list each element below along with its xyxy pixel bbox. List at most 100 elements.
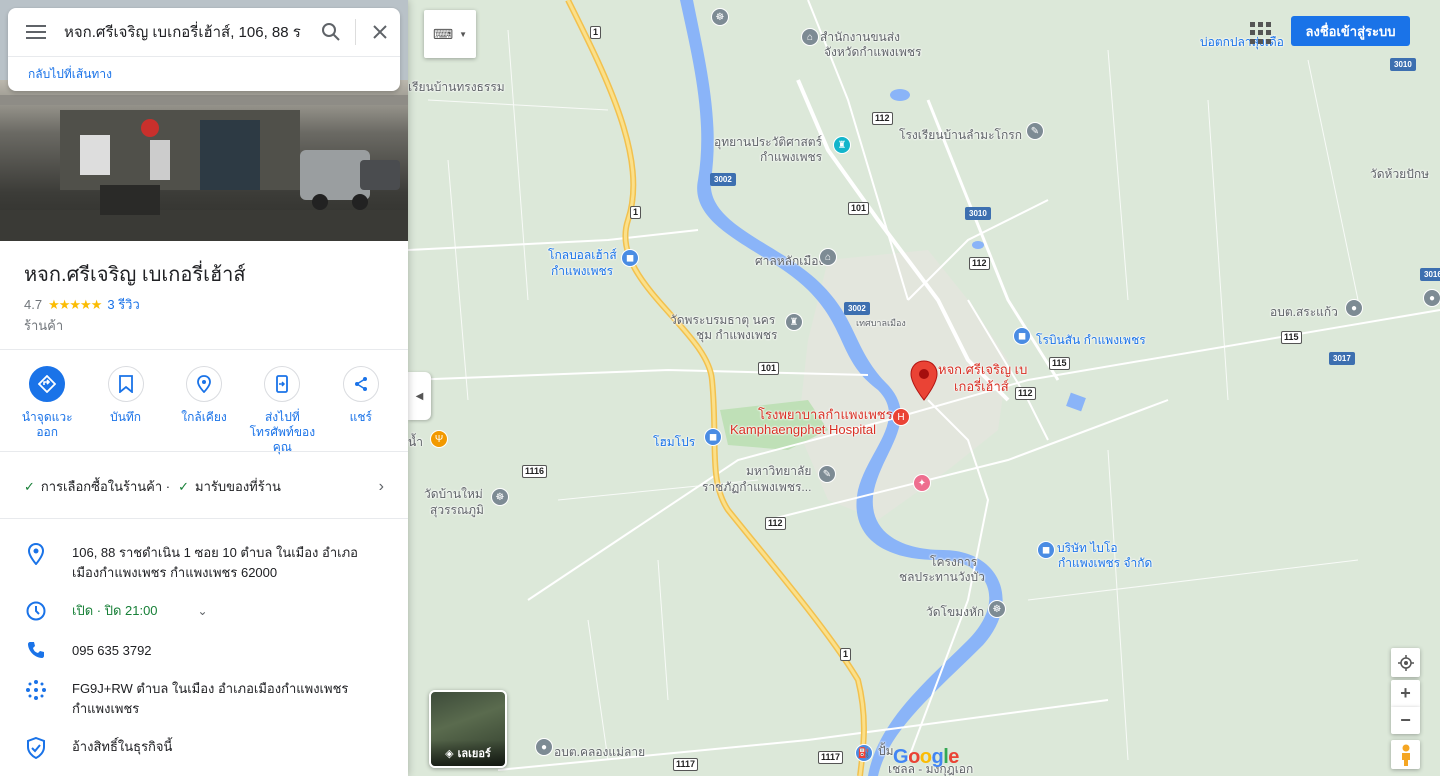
menu-button[interactable] [8,8,64,56]
pegman-button[interactable] [1391,740,1420,769]
divider [0,349,408,350]
map-label[interactable]: Kamphaengphet Hospital [730,422,876,437]
map-label[interactable]: โฮมโปร [653,435,695,449]
google-apps-icon[interactable] [1250,22,1272,44]
map-label[interactable]: กำแพงเพชร [760,150,822,164]
map-label[interactable]: ปั้ม [878,744,894,758]
gas-station-pin-icon[interactable]: ⛽ [855,744,873,762]
map-label[interactable]: วัดบ้านใหม่ [424,487,483,501]
temple-pin-icon[interactable]: ☸ [988,600,1006,618]
search-box: หจก.ศรีเจริญ เบเกอรี่เฮ้าส์, 106, 88 ร ก… [8,8,400,91]
zoom-out-button[interactable]: − [1391,707,1420,734]
map-label[interactable]: กำแพงเพชร จำกัด [1058,556,1152,570]
school-pin-icon[interactable]: ✎ [1026,122,1044,140]
location-pin-icon[interactable]: ● [1423,289,1440,307]
action-label: แชร์ [349,410,372,424]
map-label[interactable]: ชุม กำแพงเพชร [696,328,778,342]
landmark-pin-icon[interactable]: ⌂ [819,248,837,266]
back-to-directions-link[interactable]: กลับไปที่เส้นทาง [8,56,400,91]
location-pin-icon[interactable]: ● [535,738,553,756]
government-pin-icon[interactable]: ⌂ [801,28,819,46]
map-label[interactable]: เทศบาลเมือง [856,316,906,330]
nearby-button[interactable]: ใกล้เคียง [168,366,240,455]
temple-pin-icon[interactable]: ☸ [711,8,729,26]
road-shield: 101 [848,202,870,215]
chevron-down-icon: ▼ [459,29,468,39]
map-label[interactable]: บริษัท ไบโอ [1057,541,1118,555]
map-label[interactable]: วัดพระบรมธาตุ นคร [670,313,775,327]
map-label[interactable]: โรบินสัน กำแพงเพชร [1036,333,1146,347]
map-label[interactable]: โครงการ [930,555,977,569]
map-label[interactable]: โรงพยาบาลกำแพงเพชร [758,407,893,422]
layers-button[interactable]: ◈ เลเยอร์ [429,690,507,768]
share-button[interactable]: แชร์ [325,366,397,455]
my-location-button[interactable] [1391,648,1420,677]
location-pin-icon[interactable]: ● [1345,299,1363,317]
road-shield: 112 [765,517,786,530]
plus-code-row[interactable]: FG9J+RW ตำบล ในเมือง อำเภอเมืองกำแพงเพชร… [0,679,408,719]
map-label[interactable]: อบต.สระแก้ว [1270,305,1338,319]
shopping-pin-icon[interactable]: ◼ [1013,327,1031,345]
send-to-phone-button[interactable]: ส่งไปที่โทรศัพท์ของคุณ [246,366,318,455]
shopping-pin-icon[interactable]: ◼ [1037,541,1055,559]
historical-park-pin-icon[interactable]: ♜ [833,136,851,154]
map-label[interactable]: วัดโขมงหัก [926,605,984,619]
service-options-row[interactable]: ✓ การเลือกซื้อในร้านค้า · ✓ มารับของที่ร… [24,476,384,497]
map-label[interactable]: ศาลหลักเมือง [755,254,824,268]
app: สำนักงานขนส่ง จังหวัดกำแพงเพชร บ่อตกปลาส… [0,0,1440,776]
sign-in-button[interactable]: ลงชื่อเข้าสู่ระบบ [1291,16,1410,46]
shopping-pin-icon[interactable]: ◼ [621,249,639,267]
send-to-phone-icon [264,366,301,402]
road-shield: 1 [630,206,642,219]
map-label[interactable]: ชลประทานวังบัว [899,570,985,584]
collapse-panel-button[interactable]: ◀ [408,372,431,420]
map-label[interactable]: โกลบอลเฮ้าส์ [548,248,617,262]
map-label[interactable]: เรียนบ้านทรงธรรม [408,80,505,94]
clear-search-button[interactable] [360,8,400,56]
map-label[interactable]: มหาวิทยาลัย [746,464,811,478]
keyboard-icon: ⌨ [432,25,454,42]
plus-code-icon [0,679,72,701]
map-label[interactable]: วัดห้วยปักษ [1370,167,1429,181]
my-location-icon [1397,654,1414,671]
map-label[interactable]: น้ำ [408,435,423,449]
activity-pin-icon[interactable]: ✦ [913,474,931,492]
restaurant-pin-icon[interactable]: Ψ [430,430,448,448]
map-label[interactable]: โรงเรียนบ้านลำมะโกรก [899,128,1022,142]
search-button[interactable] [311,8,351,56]
remove-stop-button[interactable]: นำจุดแวะออก [11,366,83,455]
map-label[interactable]: ราชภัฏกำแพงเพชร... [702,480,811,494]
plus-code-text: FG9J+RW ตำบล ในเมือง อำเภอเมืองกำแพงเพชร… [72,681,349,716]
map-label[interactable]: สำนักงานขนส่ง [820,30,900,44]
hospital-pin-icon[interactable]: H [892,408,910,426]
place-map-label[interactable]: หจก.ศรีเจริญ เบ [938,362,1027,377]
map-label[interactable]: กำแพงเพชร [551,264,613,278]
map-label[interactable]: จังหวัดกำแพงเพชร [824,45,921,59]
place-category[interactable]: ร้านค้า [24,315,63,336]
reviews-link[interactable]: 3 รีวิว [107,294,139,315]
input-tools-button[interactable]: ⌨ ▼ [424,10,476,58]
temple-pin-icon[interactable]: ♜ [785,313,803,331]
place-panel: หจก.ศรีเจริญ เบเกอรี่เฮ้าส์, 106, 88 ร ก… [0,0,408,776]
search-input[interactable]: หจก.ศรีเจริญ เบเกอรี่เฮ้าส์, 106, 88 ร [64,20,311,44]
temple-pin-icon[interactable]: ☸ [491,488,509,506]
save-button[interactable]: บันทึก [90,366,162,455]
phone-row[interactable]: 095 635 3792 [0,641,408,661]
claim-business-row[interactable]: อ้างสิทธิ์ในธุรกิจนี้ [0,737,408,759]
address-row[interactable]: 106, 88 ราชดำเนิน 1 ซอย 10 ตำบล ในเมือง … [0,543,408,583]
selected-place-marker-icon[interactable] [910,360,938,402]
chevron-left-icon: ◀ [415,390,424,402]
road-shield: 112 [872,112,893,125]
shopping-pin-icon[interactable]: ◼ [704,428,722,446]
place-map-label[interactable]: เกอรี่เฮ้าส์ [954,379,1009,394]
map-canvas[interactable]: สำนักงานขนส่ง จังหวัดกำแพงเพชร บ่อตกปลาส… [408,0,1440,776]
school-pin-icon[interactable]: ✎ [818,465,836,483]
map-label[interactable]: อบต.คลองแม่ลาย [554,745,645,759]
road-shield: 3010 [1390,58,1416,71]
map-label[interactable]: อุทยานประวัติศาสตร์ [714,135,822,149]
chevron-down-icon[interactable]: ⌄ [198,601,208,621]
place-title: หจก.ศรีเจริญ เบเกอรี่เฮ้าส์ [24,264,246,286]
map-label[interactable]: สุวรรณภูมิ [430,503,484,517]
hours-row[interactable]: เปิด · ปิด 21:00 ⌄ [0,601,408,621]
zoom-in-button[interactable]: + [1391,680,1420,707]
